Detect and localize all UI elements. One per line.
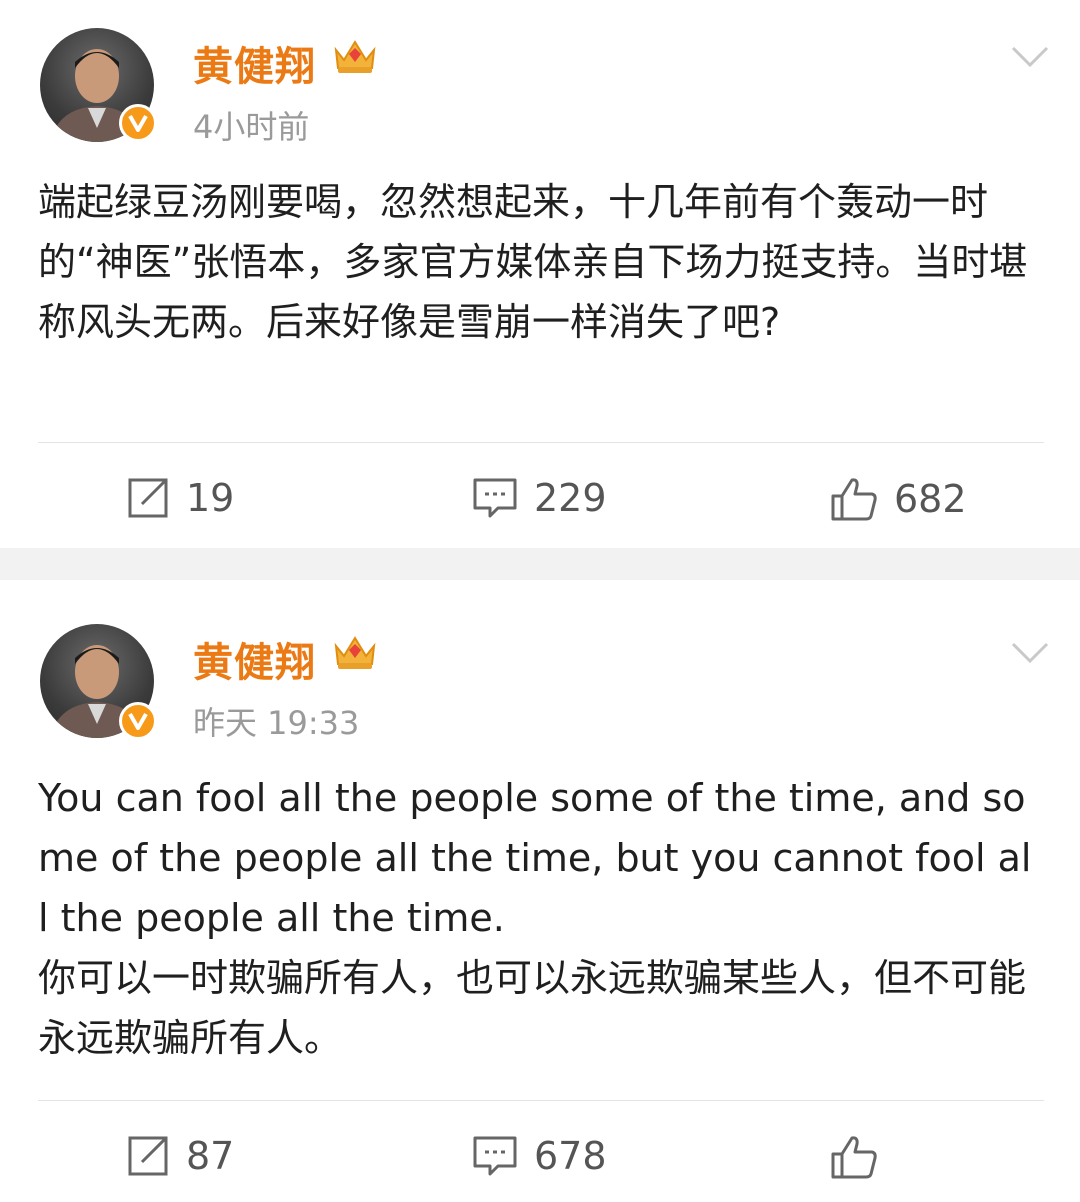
- crown-icon: [334, 40, 376, 73]
- post-separator: [0, 548, 1080, 580]
- divider: [38, 442, 1044, 443]
- comment-button[interactable]: 229: [472, 476, 607, 520]
- verified-v-icon: [119, 702, 157, 740]
- repost-icon: [128, 478, 168, 518]
- chevron-down-icon[interactable]: [1010, 44, 1050, 70]
- post-content: You can fool all the people some of the …: [38, 776, 1032, 1060]
- repost-count: 87: [186, 1134, 235, 1178]
- weibo-post: 黄健翔 4小时前 端起绿豆汤刚要喝，忽然想起来，十几年前有个轰动一时的“神医”张…: [0, 0, 1080, 548]
- post-timestamp: 昨天 19:33: [193, 704, 360, 742]
- repost-count: 19: [186, 476, 235, 520]
- comment-icon: [473, 1136, 517, 1176]
- author-name[interactable]: 黄健翔: [193, 34, 316, 92]
- comment-button[interactable]: 678: [472, 1134, 607, 1178]
- post-content: 端起绿豆汤刚要喝，忽然想起来，十几年前有个轰动一时的“神医”张悟本，多家官方媒体…: [38, 180, 1028, 344]
- weibo-post: 黄健翔 昨天 19:33 You can fool all the people…: [0, 580, 1080, 1202]
- comment-count: 678: [534, 1134, 607, 1178]
- post-timestamp: 4小时前: [193, 108, 310, 146]
- repost-button[interactable]: 19: [126, 476, 234, 520]
- like-button[interactable]: 682: [830, 476, 967, 522]
- comment-count: 229: [534, 476, 607, 520]
- comment-icon: [473, 478, 517, 518]
- like-icon: [831, 1136, 877, 1179]
- like-button[interactable]: [830, 1134, 878, 1180]
- like-icon: [831, 478, 877, 521]
- verified-v-icon: [119, 104, 157, 142]
- divider: [38, 1100, 1044, 1101]
- repost-icon: [128, 1136, 168, 1176]
- author-name[interactable]: 黄健翔: [193, 630, 316, 688]
- crown-icon: [334, 636, 376, 669]
- like-count: 682: [894, 477, 967, 521]
- chevron-down-icon[interactable]: [1010, 640, 1050, 666]
- repost-button[interactable]: 87: [126, 1134, 234, 1178]
